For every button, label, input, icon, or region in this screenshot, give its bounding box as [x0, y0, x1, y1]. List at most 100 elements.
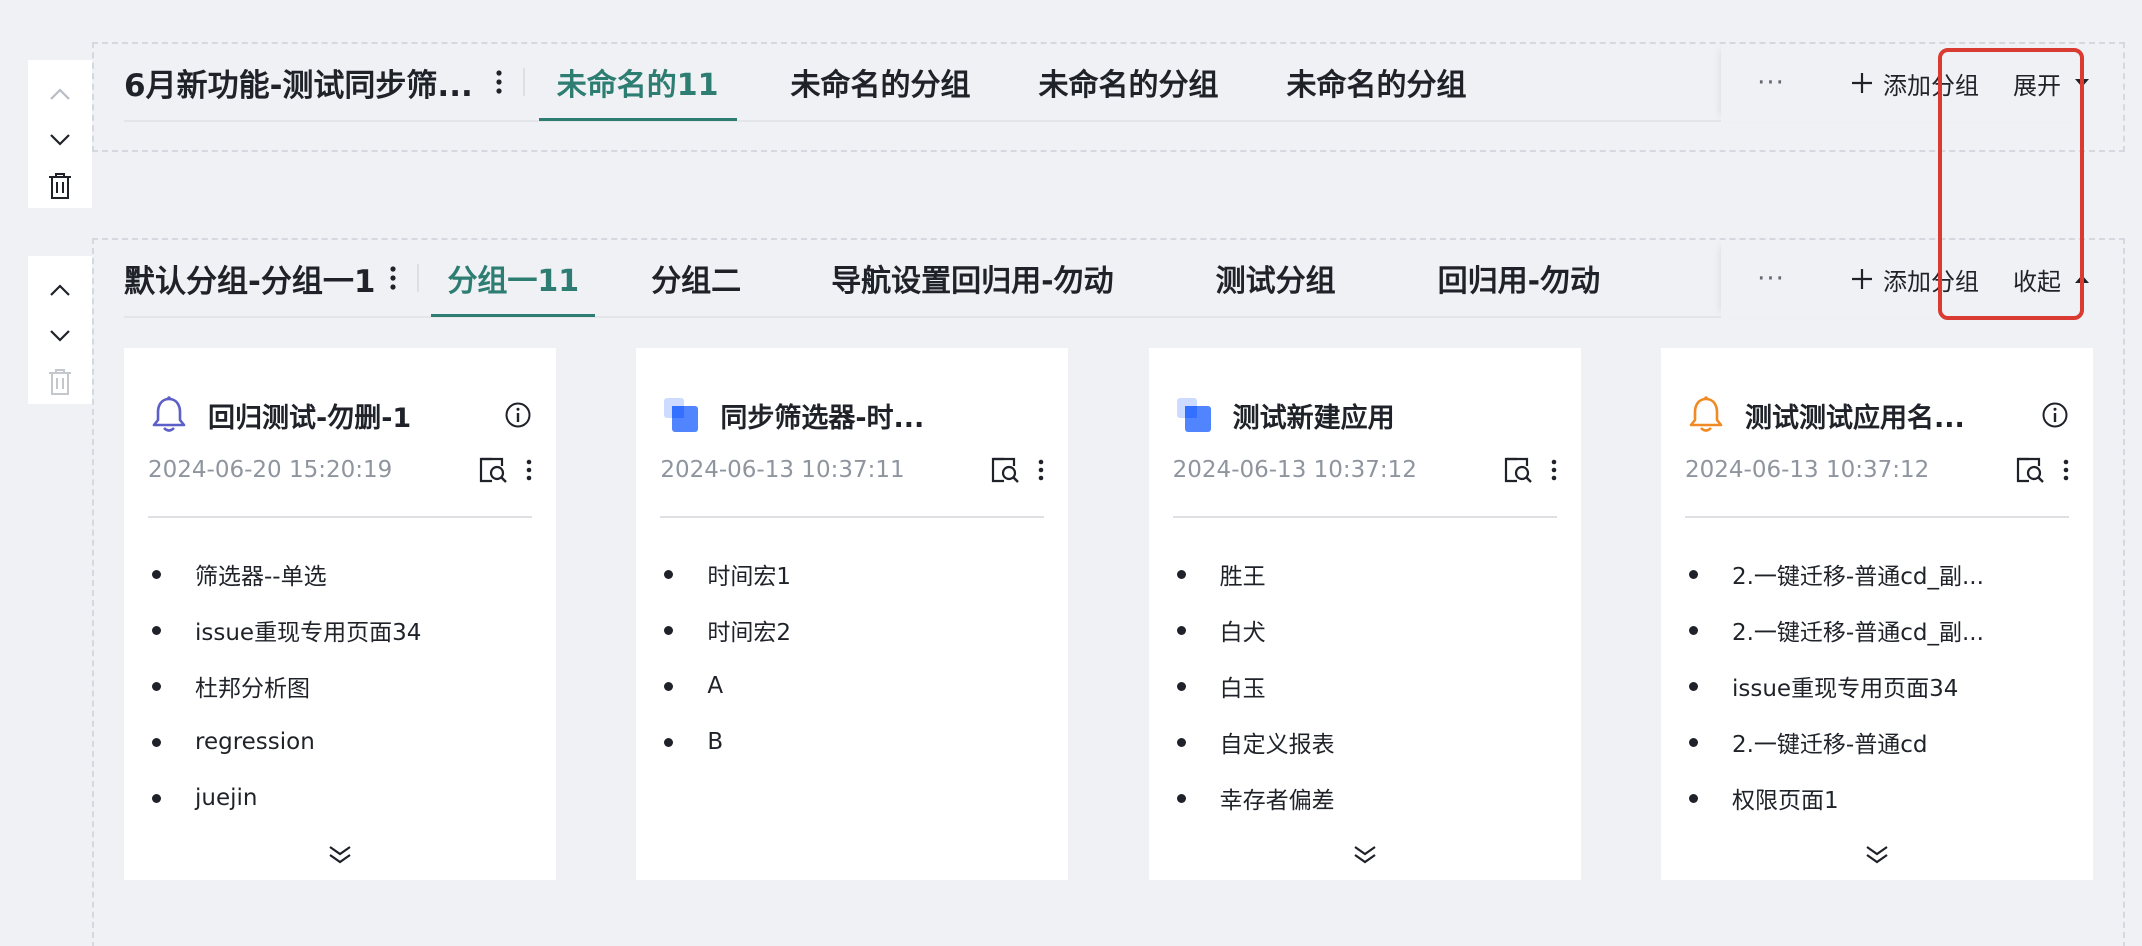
- list-item[interactable]: 时间宏2: [660, 602, 1044, 658]
- tab-test-group[interactable]: 测试分组: [1200, 239, 1352, 317]
- group-title[interactable]: 默认分组-分组一1: [124, 256, 375, 301]
- list-item[interactable]: 2.一键迁移-普通cd_副...: [1685, 602, 2069, 658]
- tab-nav-settings[interactable]: 导航设置回归用-勿动: [815, 239, 1129, 317]
- list-item[interactable]: 自定义报表: [1173, 714, 1557, 770]
- list-item-label: A: [707, 673, 724, 699]
- list-item[interactable]: regression: [148, 714, 532, 770]
- bullet: [1176, 681, 1186, 691]
- app-icon: [664, 398, 699, 432]
- bullet: [1176, 625, 1186, 635]
- section-1-controls: [28, 60, 92, 208]
- trash-icon: [49, 173, 71, 199]
- section-1: 6月新功能-测试同步筛... 未命名的11 未命名的分组 未命名的分组 未命名的…: [92, 42, 2125, 152]
- preview-icon[interactable]: [2015, 456, 2045, 484]
- collapse-button[interactable]: 收起: [2009, 254, 2093, 305]
- caret-up-icon: [2075, 275, 2089, 283]
- caret-down-icon: [2075, 79, 2089, 87]
- app-card[interactable]: 测试新建应用 2024-06-13 10:37:12 胜王 白犬 白玉 自定义报表 幸存…: [1148, 348, 1581, 880]
- list-item[interactable]: 幸存者偏差: [1173, 770, 1557, 826]
- tab-group-two[interactable]: 分组二: [635, 239, 757, 317]
- list-item[interactable]: issue重现专用页面34: [148, 602, 532, 658]
- bullet: [664, 625, 674, 635]
- list-item[interactable]: juejin: [148, 770, 532, 826]
- more-tabs-button[interactable]: ···: [1741, 68, 1801, 98]
- tab-unnamed-group[interactable]: 未命名的分组: [1271, 43, 1483, 121]
- list-item[interactable]: 胜王: [1173, 546, 1557, 602]
- card-title[interactable]: 同步筛选器-时...: [720, 396, 1044, 435]
- card-actions: [478, 456, 532, 484]
- move-down-button[interactable]: [42, 318, 78, 354]
- card-divider: [1172, 516, 1557, 518]
- list-item[interactable]: 时间宏1: [660, 546, 1044, 602]
- preview-icon[interactable]: [1503, 456, 1533, 484]
- list-item-label: regression: [195, 729, 315, 755]
- double-chevron-down-icon[interactable]: [325, 842, 355, 866]
- list-item[interactable]: 白玉: [1173, 658, 1557, 714]
- card-actions: [1503, 456, 1557, 484]
- tab-unnamed-11[interactable]: 未命名的11: [538, 43, 737, 121]
- app-card[interactable]: 测试测试应用名... 2024-06-13 10:37:12 2.一键迁移-普通…: [1660, 348, 2093, 880]
- kebab-icon[interactable]: [1551, 459, 1557, 481]
- list-item[interactable]: 杜邦分析图: [148, 658, 532, 714]
- bullet: [1688, 793, 1698, 803]
- move-up-button[interactable]: [42, 272, 78, 308]
- more-tabs-button[interactable]: ···: [1741, 264, 1801, 294]
- delete-section-button[interactable]: [42, 364, 78, 400]
- list-item[interactable]: 筛选器--单选: [148, 546, 532, 602]
- preview-icon[interactable]: [990, 456, 1020, 484]
- card-title[interactable]: 测试新建应用: [1233, 396, 1557, 435]
- section-1-tabbar: 6月新功能-测试同步筛... 未命名的11 未命名的分组 未命名的分组 未命名的…: [124, 44, 2093, 122]
- tab-unnamed-group[interactable]: 未命名的分组: [775, 43, 987, 121]
- list-item[interactable]: 2.一键迁移-普通cd_副...: [1685, 546, 2069, 602]
- card-actions: [990, 456, 1044, 484]
- list-item[interactable]: 权限页面1: [1685, 770, 2069, 826]
- double-chevron-down-icon[interactable]: [1862, 842, 1892, 866]
- kebab-icon: [496, 70, 502, 94]
- kebab-icon[interactable]: [526, 459, 532, 481]
- app-card[interactable]: 回归测试-勿删-1 2024-06-20 15:20:19 筛选器--单选 iss…: [124, 348, 556, 880]
- card-meta: 2024-06-13 10:37:12: [1173, 454, 1557, 486]
- list-item[interactable]: B: [660, 714, 1044, 770]
- delete-section-button[interactable]: [42, 168, 78, 204]
- expand-button[interactable]: 展开: [2009, 58, 2093, 109]
- group-menu-button[interactable]: [487, 62, 511, 102]
- add-group-button[interactable]: 添加分组: [1851, 262, 1979, 297]
- list-item[interactable]: 白犬: [1173, 602, 1557, 658]
- tab-tools: ··· 添加分组 收起: [1721, 240, 2093, 318]
- kebab-icon[interactable]: [2063, 459, 2069, 481]
- card-divider: [660, 516, 1045, 518]
- list-item-label: juejin: [195, 785, 258, 811]
- bullet: [152, 681, 161, 691]
- move-down-button[interactable]: [42, 122, 78, 158]
- info-icon[interactable]: [504, 401, 532, 429]
- tab-group-one-11[interactable]: 分组一11: [431, 239, 595, 317]
- bullet: [1176, 793, 1186, 803]
- card-divider: [148, 516, 532, 518]
- collapse-label: 收起: [2013, 267, 2061, 296]
- list-item-label: B: [707, 729, 724, 755]
- card-item-list: 胜王 白犬 白玉 自定义报表 幸存者偏差: [1173, 546, 1557, 826]
- tab-unnamed-group[interactable]: 未命名的分组: [1023, 43, 1235, 121]
- card-title[interactable]: 回归测试-勿删-1: [208, 396, 504, 435]
- add-group-button[interactable]: 添加分组: [1851, 66, 1979, 101]
- bell-icon: [1689, 396, 1723, 432]
- section-2: 默认分组-分组一1 分组一11 分组二 导航设置回归用-勿动 测试分组 回归用-…: [92, 238, 2125, 946]
- list-item[interactable]: 2.一键迁移-普通cd: [1685, 714, 2069, 770]
- bullet: [152, 569, 161, 579]
- move-up-button[interactable]: [42, 76, 78, 112]
- list-item[interactable]: A: [660, 658, 1044, 714]
- list-item-label: issue重现专用页面34: [1731, 676, 1959, 702]
- app-card[interactable]: 同步筛选器-时... 2024-06-13 10:37:11 时间宏1 时间宏2 A…: [636, 348, 1069, 880]
- group-menu-button[interactable]: [381, 258, 405, 298]
- card-title[interactable]: 测试测试应用名...: [1745, 396, 2041, 435]
- kebab-icon[interactable]: [1038, 459, 1044, 481]
- info-icon[interactable]: [2041, 401, 2069, 429]
- bullet: [1688, 569, 1698, 579]
- list-item[interactable]: issue重现专用页面34: [1685, 658, 2069, 714]
- tab-regression[interactable]: 回归用-勿动: [1422, 239, 1616, 317]
- double-chevron-down-icon[interactable]: [1350, 842, 1380, 866]
- group-title[interactable]: 6月新功能-测试同步筛...: [124, 60, 473, 105]
- preview-icon[interactable]: [478, 456, 508, 484]
- card-item-list: 2.一键迁移-普通cd_副... 2.一键迁移-普通cd_副... issue重现专…: [1685, 546, 2069, 826]
- bullet: [152, 737, 161, 747]
